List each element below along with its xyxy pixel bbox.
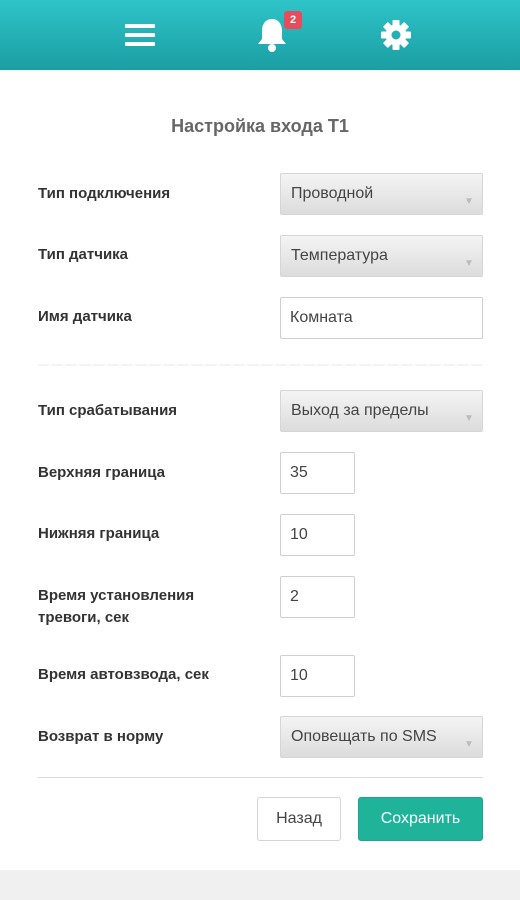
sensor-name-label: Имя датчика (38, 308, 132, 325)
alarm-delay-input[interactable]: 2 (280, 576, 355, 618)
menu-icon[interactable] (118, 0, 162, 70)
return-normal-select[interactable]: Оповещать по SMS ▼ (280, 716, 483, 758)
page-title: Настройка входа Т1 (171, 116, 349, 136)
connection-type-label: Тип подключения (38, 185, 171, 202)
alarm-delay-label: Время установления тревоги, сек (38, 585, 268, 629)
notification-badge: 2 (284, 11, 302, 29)
trigger-type-select[interactable]: Выход за пределы ▼ (280, 390, 483, 432)
trigger-type-value: Выход за пределы (291, 402, 429, 419)
connection-type-value: Проводной (291, 185, 374, 202)
auto-arm-label: Время автовзвода, сек (38, 666, 209, 683)
sensor-type-value: Температура (291, 247, 388, 264)
divider (38, 777, 483, 778)
save-button[interactable]: Сохранить (358, 797, 483, 841)
chevron-down-icon: ▼ (464, 196, 474, 207)
upper-limit-input[interactable]: 35 (280, 452, 355, 494)
chevron-down-icon: ▼ (464, 739, 474, 750)
sensor-type-label: Тип датчика (38, 246, 129, 263)
gear-icon[interactable] (374, 0, 418, 70)
lower-limit-label: Нижняя граница (38, 525, 160, 542)
back-button[interactable]: Назад (257, 797, 341, 841)
alarm-delay-label-line2: тревоги, сек (38, 609, 130, 626)
connection-type-select[interactable]: Проводной ▼ (280, 173, 483, 215)
lower-limit-input[interactable]: 10 (280, 514, 355, 556)
sensor-name-input[interactable]: Комната (280, 297, 483, 339)
trigger-type-label: Тип срабатывания (38, 402, 178, 419)
section-separator (38, 364, 483, 366)
return-normal-value: Оповещать по SMS (291, 728, 437, 745)
auto-arm-input[interactable]: 10 (280, 655, 355, 697)
sensor-type-select[interactable]: Температура ▼ (280, 235, 483, 277)
chevron-down-icon: ▼ (464, 413, 474, 424)
top-bar: 2 (0, 0, 520, 70)
alarm-delay-label-line1: Время установления (38, 587, 195, 604)
return-normal-label: Возврат в норму (38, 728, 164, 745)
upper-limit-label: Верхняя граница (38, 464, 165, 481)
chevron-down-icon: ▼ (464, 258, 474, 269)
